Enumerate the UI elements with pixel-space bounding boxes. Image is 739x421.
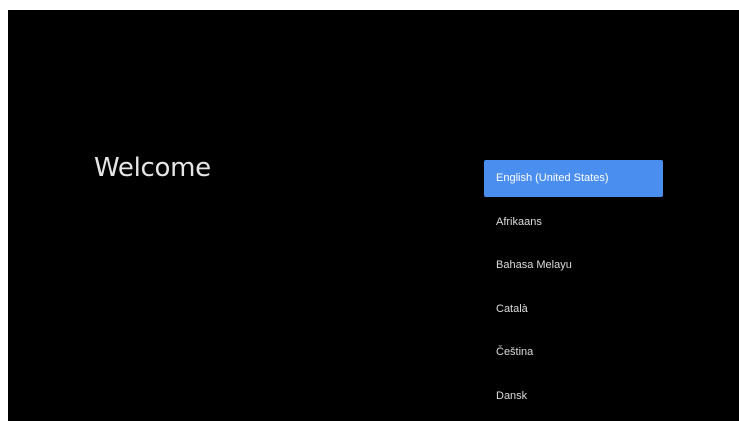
language-option-afrikaans[interactable]: Afrikaans [484,204,663,241]
language-option-catala[interactable]: Català [484,291,663,328]
language-option-cestina[interactable]: Čeština [484,334,663,371]
language-option-english-us[interactable]: English (United States) [484,160,663,197]
page: Welcome English (United States) Afrikaan… [0,0,739,421]
language-option-dansk[interactable]: Dansk [484,378,663,415]
language-list: English (United States) Afrikaans Bahasa… [484,160,663,421]
welcome-title: Welcome [94,153,211,183]
language-option-bahasa-melayu[interactable]: Bahasa Melayu [484,247,663,284]
setup-screen: Welcome English (United States) Afrikaan… [8,10,739,421]
